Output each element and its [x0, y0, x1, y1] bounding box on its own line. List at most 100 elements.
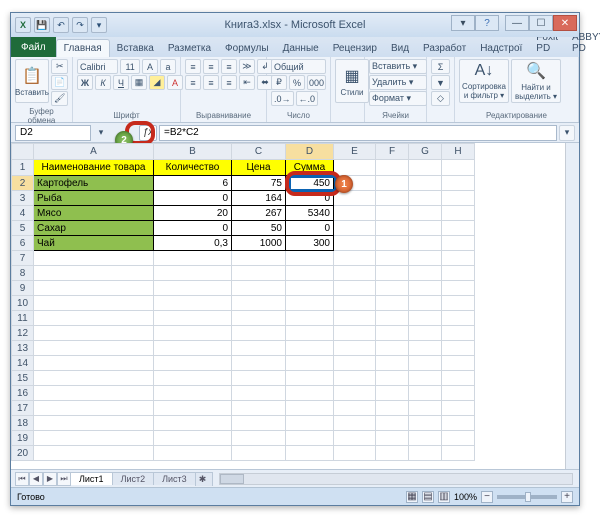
tab-home[interactable]: Главная [56, 39, 110, 57]
cell-D5[interactable]: 0 [286, 221, 334, 236]
cell-E19[interactable] [334, 431, 376, 446]
file-tab[interactable]: Файл [11, 37, 56, 57]
tab-view[interactable]: Вид [384, 40, 416, 57]
close-button[interactable]: ✕ [553, 15, 577, 31]
cell-A2[interactable]: Картофель [34, 176, 154, 191]
cell-C5[interactable]: 50 [232, 221, 286, 236]
cell-C9[interactable] [232, 281, 286, 296]
cell-H2[interactable] [442, 176, 475, 191]
cell-F1[interactable] [376, 160, 409, 176]
row-header-19[interactable]: 19 [12, 431, 34, 446]
cell-F14[interactable] [376, 356, 409, 371]
col-header-F[interactable]: F [376, 144, 409, 160]
row-header-13[interactable]: 13 [12, 341, 34, 356]
view-pagebreak-icon[interactable]: ▥ [438, 491, 450, 503]
tab-formulas[interactable]: Формулы [218, 40, 276, 57]
cell-E10[interactable] [334, 296, 376, 311]
number-format-select[interactable]: Общий [271, 59, 326, 74]
cell-E7[interactable] [334, 251, 376, 266]
cell-H15[interactable] [442, 371, 475, 386]
cell-F7[interactable] [376, 251, 409, 266]
cell-H18[interactable] [442, 416, 475, 431]
cell-G18[interactable] [409, 416, 442, 431]
cell-E20[interactable] [334, 446, 376, 461]
col-header-H[interactable]: H [442, 144, 475, 160]
maximize-button[interactable]: ☐ [529, 15, 553, 31]
find-select-button[interactable]: 🔍Найти и выделить ▾ [511, 59, 561, 103]
cell-A15[interactable] [34, 371, 154, 386]
cell-C15[interactable] [232, 371, 286, 386]
cell-F20[interactable] [376, 446, 409, 461]
sheet-tab-1[interactable]: Лист1 [70, 472, 113, 485]
select-all-corner[interactable] [12, 144, 34, 160]
align-center-button[interactable]: ≡ [203, 75, 219, 90]
cell-A16[interactable] [34, 386, 154, 401]
cell-C13[interactable] [232, 341, 286, 356]
cell-F8[interactable] [376, 266, 409, 281]
cell-B6[interactable]: 0,3 [154, 236, 232, 251]
cell-C7[interactable] [232, 251, 286, 266]
cell-F4[interactable] [376, 206, 409, 221]
cell-E16[interactable] [334, 386, 376, 401]
cell-F10[interactable] [376, 296, 409, 311]
cell-H11[interactable] [442, 311, 475, 326]
cell-G20[interactable] [409, 446, 442, 461]
cell-A10[interactable] [34, 296, 154, 311]
row-header-18[interactable]: 18 [12, 416, 34, 431]
col-header-A[interactable]: A [34, 144, 154, 160]
cell-C11[interactable] [232, 311, 286, 326]
cell-H17[interactable] [442, 401, 475, 416]
tab-insert[interactable]: Вставка [110, 40, 161, 57]
cell-G6[interactable] [409, 236, 442, 251]
cell-B8[interactable] [154, 266, 232, 281]
italic-button[interactable]: К [95, 75, 111, 90]
ribbon-min-icon[interactable]: ▾ [451, 15, 475, 31]
cell-G7[interactable] [409, 251, 442, 266]
cell-A13[interactable] [34, 341, 154, 356]
cell-D20[interactable] [286, 446, 334, 461]
cell-B10[interactable] [154, 296, 232, 311]
view-normal-icon[interactable]: ▦ [406, 491, 418, 503]
zoom-out-button[interactable]: − [481, 491, 493, 503]
excel-icon[interactable]: X [15, 17, 31, 33]
cell-B2[interactable]: 6 [154, 176, 232, 191]
row-header-20[interactable]: 20 [12, 446, 34, 461]
cell-G19[interactable] [409, 431, 442, 446]
cell-E11[interactable] [334, 311, 376, 326]
increase-font-button[interactable]: A [142, 59, 158, 74]
cell-H12[interactable] [442, 326, 475, 341]
formula-expand-icon[interactable]: ▾ [559, 125, 575, 141]
cell-E3[interactable] [334, 191, 376, 206]
cell-C20[interactable] [232, 446, 286, 461]
cut-button[interactable]: ✂ [51, 59, 68, 74]
cell-F11[interactable] [376, 311, 409, 326]
col-header-G[interactable]: G [409, 144, 442, 160]
cell-D10[interactable] [286, 296, 334, 311]
zoom-in-button[interactable]: + [561, 491, 573, 503]
align-middle-button[interactable]: ≡ [203, 59, 219, 74]
h-scroll-thumb[interactable] [220, 474, 244, 484]
styles-button[interactable]: ▦Стили [335, 59, 369, 103]
cell-G2[interactable] [409, 176, 442, 191]
cell-D15[interactable] [286, 371, 334, 386]
row-header-15[interactable]: 15 [12, 371, 34, 386]
cell-E4[interactable] [334, 206, 376, 221]
cell-G17[interactable] [409, 401, 442, 416]
cell-G9[interactable] [409, 281, 442, 296]
insert-cells-button[interactable]: Вставить ▾ [369, 59, 427, 74]
cell-B3[interactable]: 0 [154, 191, 232, 206]
cell-A17[interactable] [34, 401, 154, 416]
cell-D2[interactable]: 450 [286, 176, 334, 191]
cell-F19[interactable] [376, 431, 409, 446]
row-header-5[interactable]: 5 [12, 221, 34, 236]
tab-nav-first[interactable]: ⏮ [15, 472, 29, 486]
underline-button[interactable]: Ч [113, 75, 129, 90]
cell-A7[interactable] [34, 251, 154, 266]
qat-customize-icon[interactable]: ▾ [91, 17, 107, 33]
col-header-E[interactable]: E [334, 144, 376, 160]
percent-button[interactable]: % [289, 75, 305, 90]
cell-H3[interactable] [442, 191, 475, 206]
format-cells-button[interactable]: Формат ▾ [369, 91, 427, 106]
cell-D17[interactable] [286, 401, 334, 416]
cell-D12[interactable] [286, 326, 334, 341]
